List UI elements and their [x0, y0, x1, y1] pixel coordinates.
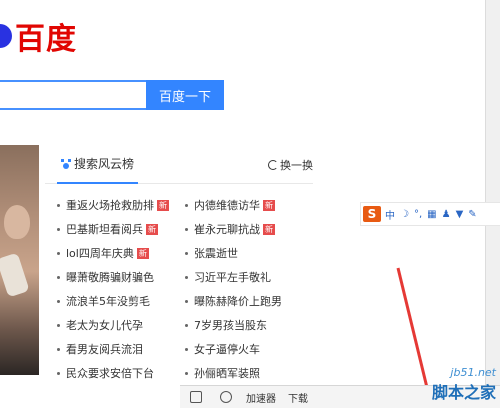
- phone-icon[interactable]: [190, 391, 202, 403]
- accelerator-button[interactable]: 加速器: [246, 390, 276, 405]
- annotation-arrow: [396, 267, 436, 404]
- site-watermark: jb51.net 脚本之家: [432, 366, 496, 403]
- ie-icon[interactable]: [220, 391, 232, 403]
- watermark-url: jb51.net: [450, 366, 496, 379]
- download-button[interactable]: 下载: [288, 390, 308, 405]
- watermark-name: 脚本之家: [431, 383, 496, 402]
